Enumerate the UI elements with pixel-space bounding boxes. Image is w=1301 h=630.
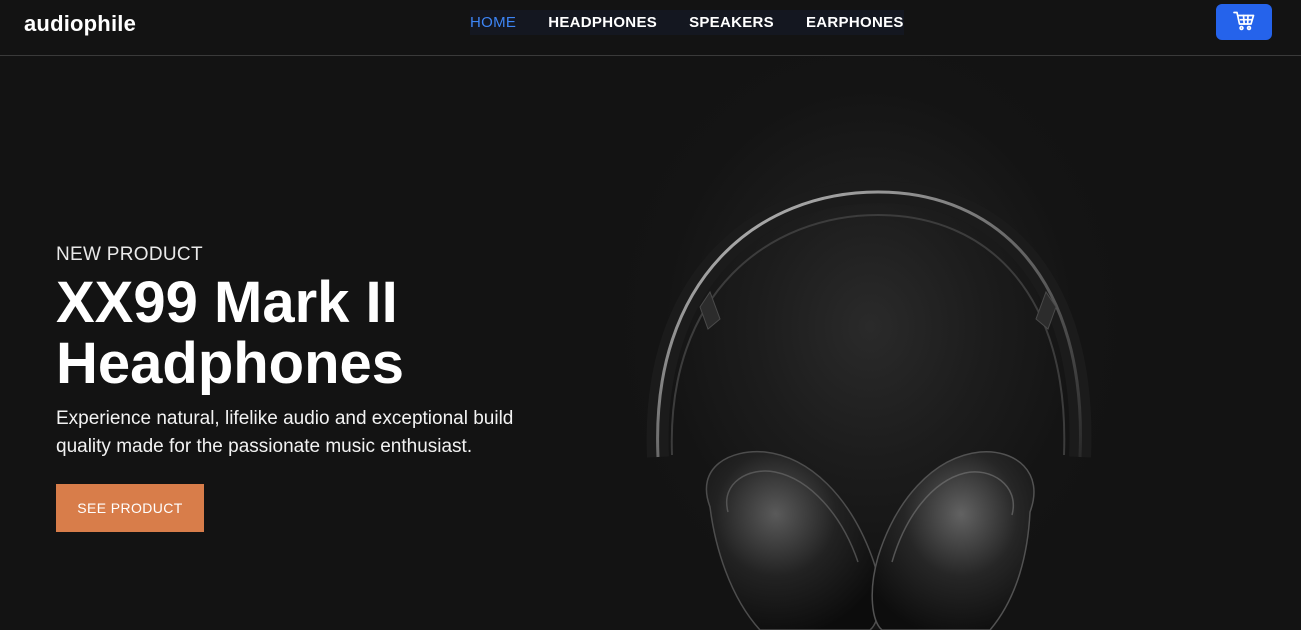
hero-title-line-1: XX99 Mark II [56, 270, 398, 335]
hero-title-line-2: Headphones [56, 331, 405, 396]
hero-eyebrow: NEW PRODUCT [56, 244, 203, 265]
cart-icon [1233, 11, 1255, 34]
nav-link-home[interactable]: HOME [470, 11, 516, 34]
main-nav: HOME HEADPHONES SPEAKERS EARPHONES [470, 10, 904, 35]
nav-link-speakers[interactable]: SPEAKERS [689, 11, 774, 34]
site-header: audiophile HOME HEADPHONES SPEAKERS EARP… [0, 0, 1301, 56]
see-product-button[interactable]: SEE PRODUCT [56, 484, 204, 532]
hero-title: XX99 Mark II Headphones [56, 272, 536, 394]
nav-link-headphones[interactable]: HEADPHONES [548, 11, 657, 34]
logo[interactable]: audiophile [24, 11, 136, 37]
headphones-image [560, 57, 1301, 630]
nav-link-earphones[interactable]: EARPHONES [806, 11, 904, 34]
hero-description: Experience natural, lifelike audio and e… [56, 408, 514, 457]
page: audiophile HOME HEADPHONES SPEAKERS EARP… [0, 0, 1301, 630]
cart-button[interactable] [1216, 4, 1272, 40]
